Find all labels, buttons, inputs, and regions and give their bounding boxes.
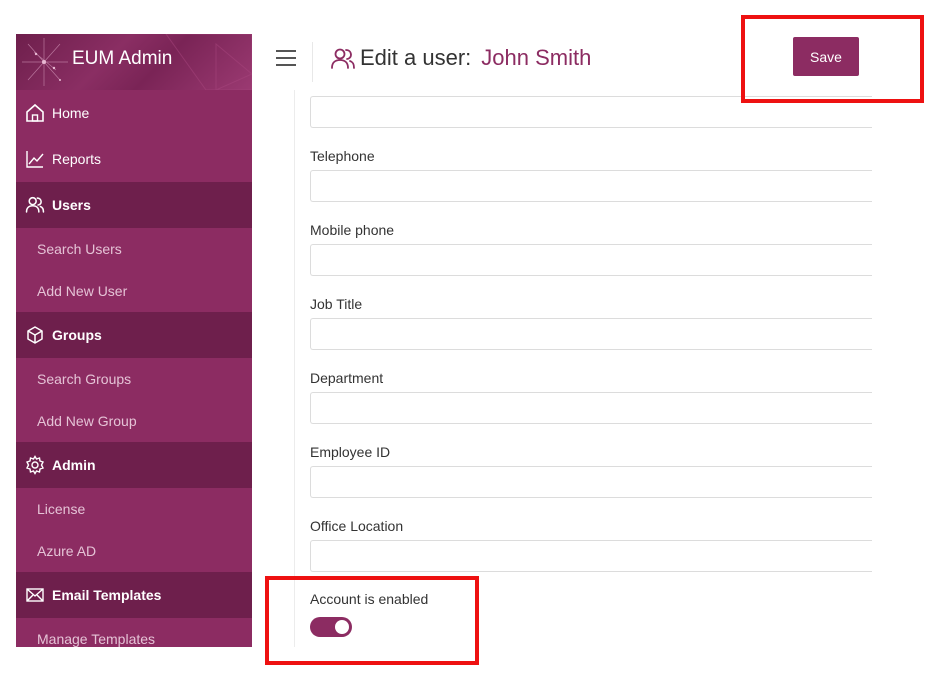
sidebar-item-label: Email Templates bbox=[52, 587, 162, 603]
sidebar-item-add-new-user[interactable]: Add New User bbox=[16, 270, 252, 312]
sidebar-item-add-new-group[interactable]: Add New Group bbox=[16, 400, 252, 442]
envelope-icon bbox=[24, 584, 46, 606]
chart-icon bbox=[24, 148, 46, 170]
mobile-phone-input[interactable] bbox=[310, 244, 872, 276]
gear-icon bbox=[24, 454, 46, 476]
sidebar-item-label: Search Groups bbox=[37, 371, 132, 387]
users-icon bbox=[331, 48, 355, 69]
employee-id-input[interactable] bbox=[310, 466, 872, 498]
sidebar-item-groups[interactable]: Groups bbox=[16, 312, 252, 358]
sidebar-item-label: Add New Group bbox=[37, 413, 137, 429]
job-title-input[interactable] bbox=[310, 318, 872, 350]
office-location-input[interactable] bbox=[310, 540, 872, 572]
sidebar-item-search-groups[interactable]: Search Groups bbox=[16, 358, 252, 400]
page-title: Edit a user: John Smith bbox=[360, 45, 591, 71]
sidebar-item-manage-templates[interactable]: Manage Templates bbox=[16, 618, 252, 647]
header-divider bbox=[312, 42, 313, 82]
office-location-label: Office Location bbox=[310, 518, 404, 534]
sidebar-item-label: Home bbox=[52, 105, 90, 121]
cube-icon bbox=[24, 324, 46, 346]
department-input[interactable] bbox=[310, 392, 872, 424]
job-title-label: Job Title bbox=[310, 296, 363, 312]
sidebar-item-label: Admin bbox=[52, 457, 96, 473]
telephone-label: Telephone bbox=[310, 148, 375, 164]
sidebar-item-license[interactable]: License bbox=[16, 488, 252, 530]
sidebar-item-reports[interactable]: Reports bbox=[16, 136, 252, 182]
home-icon bbox=[24, 102, 46, 124]
sidebar-item-label: Azure AD bbox=[37, 543, 97, 559]
page-title-label: Edit a user: bbox=[360, 45, 472, 70]
app-title: EUM Admin bbox=[72, 48, 173, 69]
sidebar-item-users[interactable]: Users bbox=[16, 182, 252, 228]
save-highlight-box bbox=[741, 15, 924, 103]
hamburger-menu-icon[interactable] bbox=[276, 50, 296, 68]
sidebar-item-azure-ad[interactable]: Azure AD bbox=[16, 530, 252, 572]
sidebar-item-admin[interactable]: Admin bbox=[16, 442, 252, 488]
sidebar-nav: Home Reports Users Search Users Add New User… bbox=[16, 90, 252, 647]
content-border bbox=[294, 90, 295, 647]
brand-header[interactable]: EUM Admin bbox=[16, 34, 252, 90]
sidebar-item-label: License bbox=[37, 501, 86, 517]
user-name: John Smith bbox=[481, 45, 592, 70]
users-icon bbox=[24, 194, 46, 216]
sidebar-item-label: Users bbox=[52, 197, 91, 213]
sidebar-item-home[interactable]: Home bbox=[16, 90, 252, 136]
sidebar-item-label: Search Users bbox=[37, 241, 122, 257]
telephone-input[interactable] bbox=[310, 170, 872, 202]
sidebar-item-email-templates[interactable]: Email Templates bbox=[16, 572, 252, 618]
mobile-phone-label: Mobile phone bbox=[310, 222, 395, 238]
employee-id-label: Employee ID bbox=[310, 444, 391, 460]
toggle-highlight-box bbox=[265, 576, 479, 665]
sidebar-item-search-users[interactable]: Search Users bbox=[16, 228, 252, 270]
department-label: Department bbox=[310, 370, 384, 386]
sidebar-item-label: Manage Templates bbox=[37, 631, 156, 647]
sidebar: EUM Admin Home Reports Users Search Users Ad… bbox=[16, 34, 252, 647]
sidebar-item-label: Add New User bbox=[37, 283, 128, 299]
sidebar-item-label: Reports bbox=[52, 151, 102, 167]
sidebar-item-label: Groups bbox=[52, 327, 102, 343]
